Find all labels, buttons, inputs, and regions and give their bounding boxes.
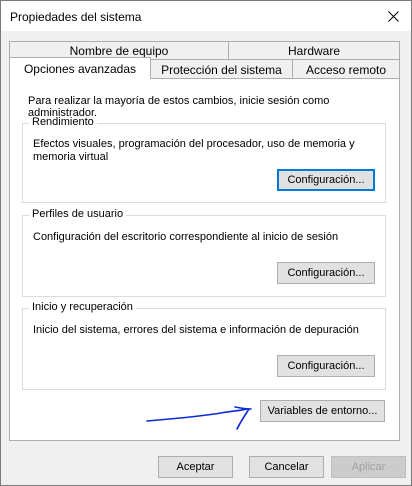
close-icon <box>387 10 399 22</box>
group-inicio-y-recuperacion: Inicio y recuperación Inicio del sistema… <box>22 301 386 390</box>
system-properties-window: Propiedades del sistema Nombre de equipo… <box>0 0 412 486</box>
inicio-description: Inicio del sistema, errores del sistema … <box>33 324 359 336</box>
rendimiento-description-line1: Efectos visuales, programación del proce… <box>33 138 355 150</box>
tab-hardware[interactable]: Hardware <box>228 41 400 60</box>
tab-proteccion-del-sistema[interactable]: Protección del sistema <box>150 59 293 79</box>
group-label-inicio: Inicio y recuperación <box>29 301 136 313</box>
tab-label: Protección del sistema <box>161 62 282 77</box>
group-rendimiento: Rendimiento Efectos visuales, programaci… <box>22 116 386 203</box>
window-title: Propiedades del sistema <box>10 10 142 24</box>
ok-button[interactable]: Aceptar <box>158 456 233 478</box>
tab-label: Opciones avanzadas <box>23 61 137 76</box>
tab-label: Nombre de equipo <box>69 44 169 58</box>
environment-variables-button[interactable]: Variables de entorno... <box>260 400 385 422</box>
rendimiento-description: Efectos visuales, programación del proce… <box>33 138 355 164</box>
cancel-button[interactable]: Cancelar <box>249 456 324 478</box>
tab-label: Acceso remoto <box>305 62 387 77</box>
apply-button[interactable]: Aplicar <box>331 456 406 478</box>
group-label-perfiles: Perfiles de usuario <box>29 208 127 220</box>
close-button[interactable] <box>375 1 411 31</box>
title-bar: Propiedades del sistema <box>1 1 411 31</box>
tab-label: Hardware <box>287 44 341 58</box>
advanced-options-panel: Para realizar la mayoría de estos cambio… <box>9 78 400 441</box>
perfiles-configuracion-button[interactable]: Configuración... <box>277 262 375 284</box>
tab-opciones-avanzadas[interactable]: Opciones avanzadas <box>9 57 151 79</box>
rendimiento-description-line2: memoria virtual <box>33 151 109 163</box>
tab-acceso-remoto[interactable]: Acceso remoto <box>292 59 400 79</box>
rendimiento-configuracion-button[interactable]: Configuración... <box>277 169 375 191</box>
group-label-rendimiento: Rendimiento <box>29 116 97 128</box>
hand-drawn-arrow-annotation <box>146 406 252 430</box>
perfiles-description: Configuración del escritorio correspondi… <box>33 231 339 243</box>
group-perfiles-de-usuario: Perfiles de usuario Configuración del es… <box>22 208 386 297</box>
inicio-configuracion-button[interactable]: Configuración... <box>277 355 375 377</box>
